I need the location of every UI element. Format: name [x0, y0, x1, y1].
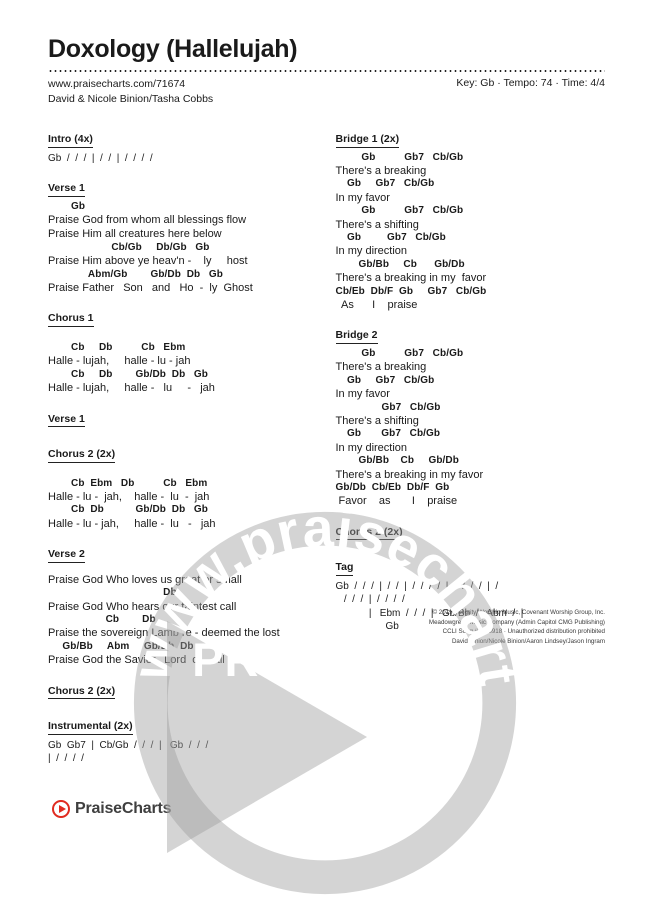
play-circle-icon: [52, 800, 70, 818]
lyric-line: Praise God from whom all blessings flow: [48, 214, 247, 227]
left-column: Intro (4x) Gb / / / | / / | / / / / Vers…: [48, 129, 318, 779]
lyric-line: Halle - lujah, halle - lu - jah: [48, 355, 191, 368]
chord-line: Gb/Db Cb/Eb Db/F Gb: [335, 481, 450, 493]
section-intro: Intro (4x) Gb / / / | / / | / / / /: [48, 129, 318, 165]
section-heading-chorus-2-repeat: Chorus 2 (2x): [48, 685, 116, 700]
lyric-line: Praise Him all creatures here below: [48, 228, 222, 241]
praisecharts-logo[interactable]: PraiseCharts: [52, 800, 172, 818]
section-heading-chorus-2-repeat-right: Chorus 2 (2x): [335, 526, 403, 541]
section-chorus-2: Chorus 2 (2x) Cb Ebm Db Cb Ebm Halle - l…: [48, 444, 318, 531]
lyric-line: There's a breaking: [335, 165, 427, 178]
section-heading-verse-1-repeat: Verse 1: [48, 413, 85, 428]
lyric-line: Praise Father Son and Ho - ly Ghost: [48, 282, 253, 295]
lyric-line: In my direction: [335, 441, 408, 454]
section-heading-intro: Intro (4x): [48, 133, 93, 148]
chord-line: Gb/Bb Abm Gb/Db Db: [48, 640, 194, 652]
chord-line: Gb Gb7 Cb/Gb: [335, 205, 464, 217]
copyright-line: David Binion/Nicole Binion/Aaron Lindsey…: [451, 637, 605, 645]
copyright-line: Meadowgreen Music Company (Admin Capitol…: [428, 618, 605, 626]
lyric-line: There's a shifting: [335, 415, 419, 427]
chord-line: Gb: [48, 200, 86, 212]
section-heading-chorus-1: Chorus 1: [48, 312, 94, 327]
section-heading-bridge-1: Bridge 1 (2x): [335, 133, 400, 148]
lyric-line: Halle - lujah, halle - lu - jah: [48, 382, 215, 395]
lyric-line: Halle - lu - jah, halle - lu - jah: [48, 491, 210, 504]
chart-columns: Intro (4x) Gb / / / | / / | / / / / Vers…: [48, 129, 605, 779]
instrumental-bars: Gb Gb7 | Cb/Gb / / / | Gb / / /: [48, 739, 209, 751]
page-title: Doxology (Hallelujah): [48, 35, 298, 63]
instrumental-bars: | / / / /: [48, 753, 84, 765]
chord-line: Gb7 Cb/Gb: [335, 401, 441, 413]
right-column: Bridge 1 (2x) Gb Gb7 Cb/Gb There's a bre…: [335, 129, 606, 779]
lyric-line: There's a shifting: [335, 218, 419, 231]
logo-wordmark: PraiseCharts: [75, 800, 172, 817]
lyric-line: There's a breaking in my favor: [335, 272, 487, 285]
play-triangle-icon: [58, 805, 66, 813]
lyric-line: Praise God Who hears our faintest call: [48, 600, 237, 613]
section-heading-bridge-2: Bridge 2: [335, 329, 378, 344]
lyric-line: Praise the sovereign Lamb re - deemed th…: [48, 627, 280, 640]
chart-meta-row: www.praisecharts.com/71674 David & Nicol…: [48, 77, 605, 107]
lyric-line: As I praise: [335, 299, 418, 312]
chord-line: Gb Gb7 Cb/Gb: [335, 428, 441, 440]
chord-line: Cb Db: [48, 613, 156, 625]
lyric-line: Halle - lu - jah, halle - lu - jah: [48, 517, 216, 530]
lyric-line: Favor as I praise: [335, 495, 458, 508]
chord-line: Gb Gb7 Cb/Gb: [335, 231, 446, 243]
lyric-line: In my favor: [335, 191, 390, 204]
copyright-block: © 2019 Integrity Worship Music, Covenant…: [385, 608, 605, 646]
chord-chart-page: Doxology (Hallelujah) www.praisecharts.c…: [0, 0, 650, 850]
lyric-line: In my direction: [335, 245, 408, 258]
lyric-line: In my favor: [335, 388, 390, 401]
section-heading-instrumental: Instrumental (2x): [48, 720, 133, 735]
chord-line: Gb Gb7 Cb/Gb: [335, 178, 435, 190]
chord-line: Gb/Bb Cb Gb/Db: [335, 455, 459, 467]
chart-header: Doxology (Hallelujah) www.praisecharts.c…: [48, 35, 605, 107]
lyric-line: There's a breaking: [335, 361, 427, 374]
chart-meta-left: www.praisecharts.com/71674 David & Nicol…: [48, 77, 213, 107]
chord-line: Cb/Eb Db/F Gb Gb7 Cb/Gb: [335, 285, 487, 297]
chart-url[interactable]: www.praisecharts.com/71674: [48, 77, 213, 92]
chord-line: Cb/Gb Db/Gb Gb: [48, 241, 210, 253]
chord-line: Abm/Gb Gb/Db Db Gb: [48, 268, 223, 280]
copyright-line: © 2019 Integrity Worship Music, Covenant…: [432, 609, 605, 616]
chord-line: Gb Gb7 Cb/Gb: [335, 151, 464, 163]
chord-line: Cb Db Gb/Db Db Gb: [48, 368, 209, 380]
chart-key-tempo-time: Key: Gb · Tempo: 74 · Time: 4/4: [456, 76, 605, 89]
section-verse-1: Verse 1 Gb Praise God from whom all bles…: [48, 178, 318, 295]
tag-bars: Gb / / / | / / | / / / / | / / / / | /: [335, 580, 499, 592]
section-heading-verse-2: Verse 2: [48, 548, 85, 563]
chord-line: Gb Gb7 Cb/Gb: [335, 347, 464, 359]
chord-line: Cb Db Gb/Db Db Gb: [48, 504, 209, 516]
section-bridge-2: Bridge 2 Gb Gb7 Cb/Gb There's a breaking…: [335, 325, 606, 508]
section-heading-chorus-2: Chorus 2 (2x): [48, 448, 116, 463]
section-chorus-2-repeat: Chorus 2 (2x): [48, 681, 318, 704]
chord-line: Cb Ebm Db Cb Ebm: [48, 477, 208, 489]
copyright-line: CCLI Song #7138918 · Unauthorized distri…: [442, 628, 605, 636]
chord-line: Db: [48, 587, 177, 599]
section-bridge-1: Bridge 1 (2x) Gb Gb7 Cb/Gb There's a bre…: [335, 129, 606, 312]
section-chorus-2-repeat-right: Chorus 2 (2x): [335, 522, 606, 545]
lyric-line: Praise Him above ye heav'n - ly host: [48, 255, 248, 268]
section-heading-verse-1: Verse 1: [48, 182, 85, 197]
lyric-line: Praise God the Savior, Lord of all: [48, 654, 225, 667]
lyric-line: Praise God Who loves us great or small: [48, 573, 242, 586]
lyric-line: There's a breaking in my favor: [335, 468, 484, 481]
chord-line: Gb/Bb Cb Gb/Db: [335, 258, 465, 270]
section-heading-tag: Tag: [335, 561, 354, 576]
chart-authors: David & Nicole Binion/Tasha Cobbs: [48, 92, 214, 105]
section-verse-1-repeat: Verse 1: [48, 409, 318, 432]
section-verse-2: Verse 2 Praise God Who loves us great or…: [48, 544, 318, 667]
tag-bars: / / / | / / / /: [335, 594, 405, 606]
chord-line: Gb Gb7 Cb/Gb: [335, 374, 435, 386]
section-chorus-1: Chorus 1 Cb Db Cb Ebm Halle - lujah, hal…: [48, 308, 318, 395]
section-instrumental: Instrumental (2x) Gb Gb7 | Cb/Gb / / / |…: [48, 716, 318, 766]
chord-line: Cb Db Cb Ebm: [48, 341, 186, 353]
header-divider: [48, 69, 605, 72]
intro-bars: Gb / / / | / / | / / / /: [48, 152, 153, 164]
